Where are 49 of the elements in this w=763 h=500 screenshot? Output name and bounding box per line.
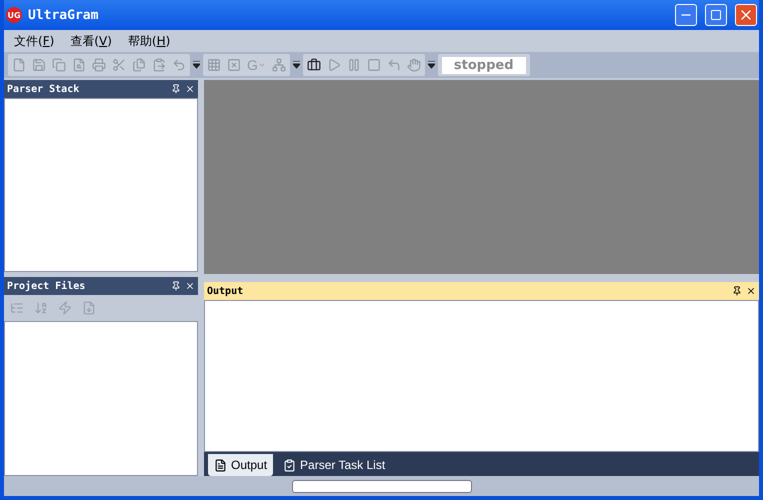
status-field: stopped (442, 56, 526, 74)
save-all-icon[interactable] (52, 58, 66, 72)
print-preview-icon[interactable] (72, 58, 86, 72)
properties-icon[interactable] (10, 301, 24, 315)
panel-title: Output (207, 286, 244, 296)
menu-item[interactable]: 查看(V) (64, 30, 118, 52)
play-icon[interactable] (326, 58, 341, 72)
maximize-button[interactable] (705, 4, 727, 26)
grid-delete-icon[interactable] (227, 58, 241, 72)
briefcase-icon[interactable] (306, 58, 321, 72)
paste-icon[interactable] (152, 58, 166, 72)
pause-icon[interactable] (346, 58, 361, 72)
app-logo: UG (6, 7, 22, 23)
overflow-icon[interactable] (292, 61, 300, 69)
overflow-icon[interactable] (428, 61, 435, 69)
sort-icon[interactable] (34, 301, 48, 315)
document-icon (214, 458, 227, 472)
panel-title: Project Files (7, 280, 86, 292)
new-file-icon[interactable] (12, 58, 26, 72)
close-icon[interactable] (185, 281, 195, 291)
copy-icon[interactable] (132, 58, 146, 72)
panel-title: Parser Stack (7, 84, 80, 94)
menu-item[interactable]: 帮助(H) (122, 30, 176, 52)
pin-icon[interactable] (732, 286, 742, 296)
hand-icon[interactable] (406, 58, 421, 72)
file-icon[interactable] (82, 301, 96, 315)
minimize-button[interactable] (675, 4, 697, 26)
close-icon[interactable] (746, 286, 756, 296)
panel-tab[interactable]: Parser Task List (277, 454, 392, 476)
undo-icon[interactable] (172, 58, 186, 72)
stop-icon[interactable] (366, 58, 381, 72)
grid-icon[interactable] (207, 58, 221, 72)
close-button[interactable] (735, 4, 757, 26)
pin-icon[interactable] (171, 281, 181, 291)
step-icon[interactable] (386, 58, 401, 72)
menu-item[interactable]: 文件(F) (8, 30, 60, 52)
checklist-icon (283, 458, 296, 472)
window-title: UltraGram (28, 8, 100, 22)
cut-icon[interactable] (112, 58, 126, 72)
lightning-icon[interactable] (58, 301, 72, 315)
hierarchy-icon[interactable] (272, 58, 286, 72)
maximize-icon (710, 9, 722, 21)
save-icon[interactable] (32, 58, 46, 72)
overflow-icon[interactable] (193, 61, 200, 69)
caret-icon (258, 61, 266, 69)
panel-tab[interactable]: Output (208, 454, 274, 476)
print-icon[interactable] (92, 58, 106, 72)
close-icon[interactable] (185, 84, 195, 94)
pin-icon[interactable] (171, 84, 181, 94)
